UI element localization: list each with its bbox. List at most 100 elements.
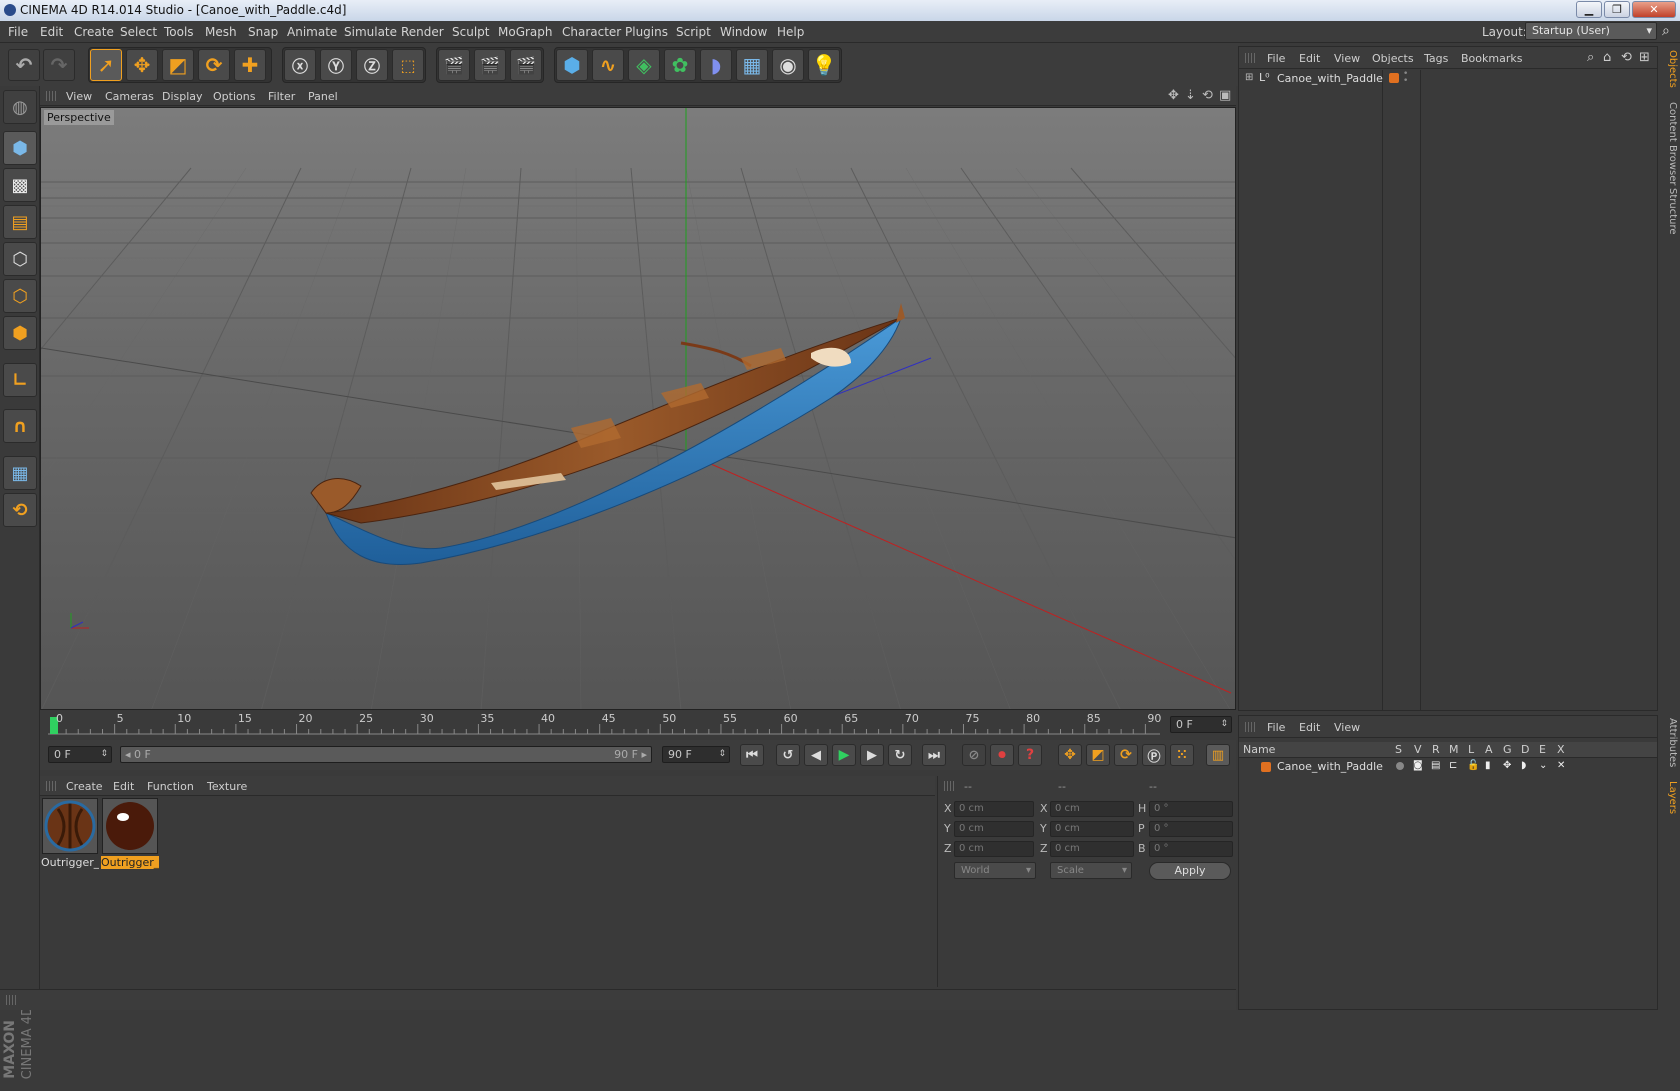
end-frame-field[interactable]: 90 F ⇕ bbox=[662, 746, 730, 763]
z-axis-button[interactable]: Ⓩ bbox=[356, 49, 388, 81]
size-x-field[interactable]: 0 cm bbox=[1050, 801, 1134, 817]
panel-grip-icon[interactable] bbox=[46, 781, 56, 791]
size-mode-dropdown[interactable]: Scale ▾ bbox=[1050, 862, 1132, 879]
layer-menu-file[interactable]: File bbox=[1267, 721, 1285, 734]
column-manager[interactable]: M bbox=[1449, 743, 1459, 756]
floor-button[interactable]: ▦ bbox=[736, 49, 768, 81]
texture-mode-button[interactable]: ▩ bbox=[3, 168, 37, 202]
viewport-menu-display[interactable]: Display bbox=[162, 90, 203, 103]
column-xref[interactable]: X bbox=[1557, 743, 1565, 756]
rot-h-field[interactable]: 0 ° bbox=[1149, 801, 1233, 817]
apply-button[interactable]: Apply bbox=[1149, 862, 1231, 880]
object-menu-edit[interactable]: Edit bbox=[1299, 52, 1320, 65]
back-icon[interactable]: ⟲ bbox=[1621, 50, 1632, 65]
key-position-button[interactable]: ✥ bbox=[1058, 744, 1082, 766]
pos-x-field[interactable]: 0 cm bbox=[954, 801, 1034, 817]
menu-window[interactable]: Window bbox=[720, 25, 767, 39]
object-row[interactable]: ⊞ L⁰ Canoe_with_Paddle • • bbox=[1241, 70, 1657, 87]
menu-snap[interactable]: Snap bbox=[248, 25, 278, 39]
go-to-end-button[interactable]: ⏭ bbox=[922, 744, 946, 766]
column-render[interactable]: R bbox=[1432, 743, 1440, 756]
home-icon[interactable]: ⌂ bbox=[1603, 50, 1611, 65]
restore-button[interactable]: ❐ bbox=[1604, 1, 1630, 18]
material-menu-function[interactable]: Function bbox=[147, 780, 194, 793]
redo-button[interactable]: ↷ bbox=[43, 49, 75, 81]
render-view-button[interactable]: 🎬 bbox=[438, 49, 470, 81]
menu-animate[interactable]: Animate bbox=[287, 25, 337, 39]
rotate-tool-button[interactable]: ⟳ bbox=[198, 49, 230, 81]
array-button[interactable]: ✿ bbox=[664, 49, 696, 81]
viewport-menu-options[interactable]: Options bbox=[213, 90, 255, 103]
light-button[interactable]: 💡 bbox=[808, 49, 840, 81]
make-editable-button[interactable]: ◍ bbox=[3, 90, 37, 124]
size-y-field[interactable]: 0 cm bbox=[1050, 821, 1134, 837]
layer-menu-edit[interactable]: Edit bbox=[1299, 721, 1320, 734]
axis-mode-button[interactable]: ∟ bbox=[3, 363, 37, 397]
menu-script[interactable]: Script bbox=[676, 25, 711, 39]
edges-mode-button[interactable]: ⬡ bbox=[3, 279, 37, 313]
column-generators[interactable]: G bbox=[1503, 743, 1512, 756]
snap-button[interactable]: ∩ bbox=[3, 409, 37, 443]
points-mode-button[interactable]: ⬡ bbox=[3, 242, 37, 276]
search-icon[interactable]: ⌕ bbox=[1587, 50, 1594, 65]
cube-object-button[interactable]: ⬢ bbox=[556, 49, 588, 81]
model-mode-button[interactable]: ⬢ bbox=[3, 131, 37, 165]
y-axis-button[interactable]: Ⓨ bbox=[320, 49, 352, 81]
material-menu-edit[interactable]: Edit bbox=[113, 780, 134, 793]
pos-z-field[interactable]: 0 cm bbox=[954, 841, 1034, 857]
column-name[interactable]: Name bbox=[1243, 743, 1275, 756]
object-menu-bookmarks[interactable]: Bookmarks bbox=[1461, 52, 1522, 65]
tab-structure[interactable]: Structure bbox=[1662, 188, 1678, 235]
perspective-viewport[interactable]: Perspective bbox=[40, 107, 1236, 710]
tab-content-browser[interactable]: Content Browser bbox=[1662, 102, 1678, 185]
search-icon[interactable]: ⌕ bbox=[1662, 23, 1670, 39]
deformer-toggle-icon[interactable]: ◗ bbox=[1521, 760, 1526, 771]
key-scale-button[interactable]: ◩ bbox=[1086, 744, 1110, 766]
next-frame-button[interactable]: ▶ bbox=[860, 744, 884, 766]
menu-create[interactable]: Create bbox=[74, 25, 114, 39]
coordinate-system-button[interactable]: ⬚ bbox=[392, 49, 424, 81]
panel-grip-icon[interactable] bbox=[944, 781, 954, 791]
tab-attributes[interactable]: Attributes bbox=[1662, 718, 1678, 767]
timeline-window-button[interactable]: ▥ bbox=[1206, 744, 1230, 766]
close-button[interactable]: ✕ bbox=[1632, 1, 1676, 18]
panel-grip-icon[interactable] bbox=[6, 995, 16, 1005]
object-menu-objects[interactable]: Objects bbox=[1372, 52, 1414, 65]
rot-b-field[interactable]: 0 ° bbox=[1149, 841, 1233, 857]
object-menu-file[interactable]: File bbox=[1267, 52, 1285, 65]
viewport-menu-filter[interactable]: Filter bbox=[268, 90, 295, 103]
expression-toggle-icon[interactable]: ⌄ bbox=[1539, 760, 1547, 771]
render-picture-viewer-button[interactable]: 🎬 bbox=[474, 49, 506, 81]
rot-p-field[interactable]: 0 ° bbox=[1149, 821, 1233, 837]
menu-select[interactable]: Select bbox=[120, 25, 157, 39]
viewport-menu-panel[interactable]: Panel bbox=[308, 90, 338, 103]
column-animation[interactable]: A bbox=[1485, 743, 1493, 756]
previous-key-button[interactable]: ↺ bbox=[776, 744, 800, 766]
column-view[interactable]: V bbox=[1414, 743, 1422, 756]
undo-button[interactable]: ↶ bbox=[8, 49, 40, 81]
menu-tools[interactable]: Tools bbox=[164, 25, 194, 39]
layout-select[interactable]: Startup (User) ▾ bbox=[1525, 22, 1657, 40]
viewport-maximize-icon[interactable]: ▣ bbox=[1219, 88, 1231, 103]
viewport-menu-cameras[interactable]: Cameras bbox=[105, 90, 154, 103]
column-locked[interactable]: L bbox=[1468, 743, 1474, 756]
render-toggle-icon[interactable]: ▤ bbox=[1431, 760, 1440, 771]
nurbs-button[interactable]: ◈ bbox=[628, 49, 660, 81]
menu-file[interactable]: File bbox=[8, 25, 28, 39]
visibility-dots-icon[interactable]: • • bbox=[1403, 70, 1408, 86]
viewport-zoom-icon[interactable]: ⇣ bbox=[1185, 88, 1196, 103]
record-keys-button[interactable]: ⊘ bbox=[962, 744, 986, 766]
play-button[interactable]: ▶ bbox=[832, 744, 856, 766]
column-expressions[interactable]: E bbox=[1539, 743, 1546, 756]
material-menu-texture[interactable]: Texture bbox=[207, 780, 247, 793]
live-selection-button[interactable]: ➚ bbox=[90, 49, 122, 81]
material-menu-create[interactable]: Create bbox=[66, 780, 103, 793]
xref-toggle-icon[interactable]: ✕ bbox=[1557, 760, 1565, 771]
move-tool-button[interactable]: ✥ bbox=[126, 49, 158, 81]
timeline-ruler[interactable]: 0 5 10 15 20 25 30 35 40 45 50 55 60 65 70 75 80 85 90 0 F… bbox=[40, 712, 1236, 738]
start-frame-field[interactable]: 0 F ⇕ bbox=[48, 746, 112, 763]
material-swatch-selected[interactable]: Outrigger_ bbox=[101, 797, 159, 869]
new-window-icon[interactable]: ⊞ bbox=[1639, 50, 1650, 65]
material-swatch[interactable]: Outrigger_ bbox=[41, 797, 99, 869]
minimize-button[interactable]: ▁ bbox=[1576, 1, 1602, 18]
